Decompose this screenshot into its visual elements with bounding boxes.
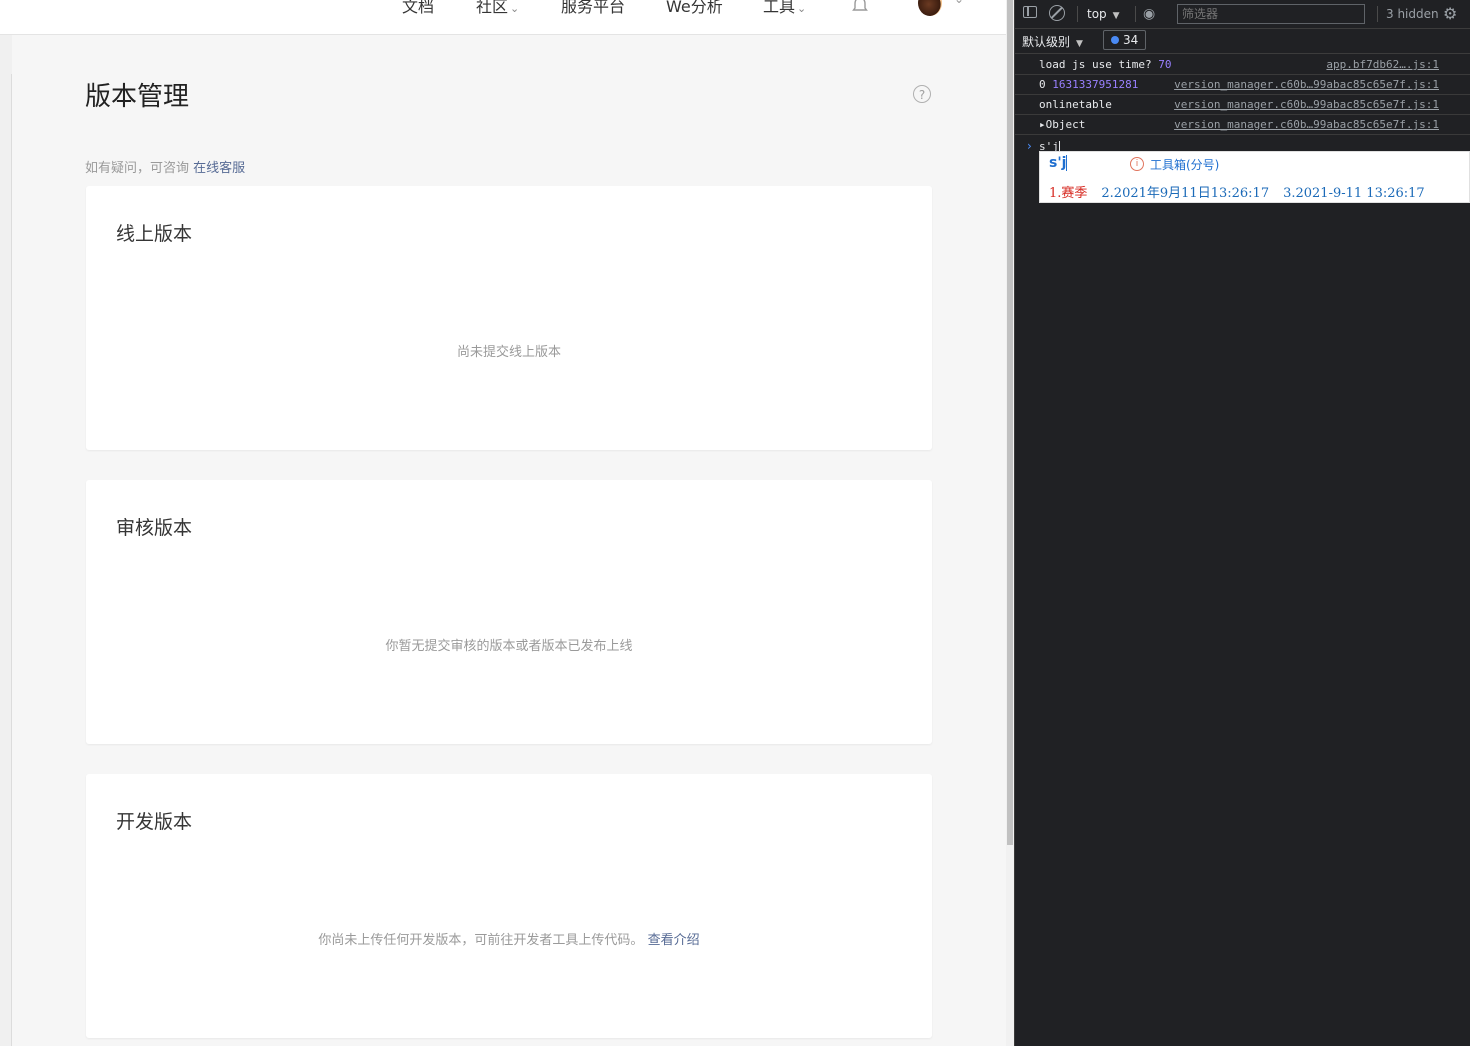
- card-title: 开发版本: [116, 811, 193, 833]
- empty-text: 你暂无提交审核的版本或者版本已发布上线: [385, 639, 633, 654]
- eye-icon[interactable]: ◉: [1143, 6, 1155, 22]
- toolbar-divider: [1135, 6, 1136, 22]
- ime-composition: s'j: [1049, 155, 1068, 171]
- empty-text: 尚未提交线上版本: [456, 345, 561, 360]
- log-row: ▸Object version_manager.c60b…99abac85c65…: [1015, 114, 1470, 135]
- dropdown-arrow-icon: ▼: [1076, 39, 1083, 49]
- log-label: onlinetable: [1039, 98, 1112, 111]
- log-row: 0 1631337951281 version_manager.c60b…99a…: [1015, 74, 1470, 95]
- ime-candidate[interactable]: 1.赛季: [1049, 186, 1087, 201]
- chevron-down-icon: ⌄: [797, 2, 807, 15]
- ime-candidate-window: s'j i 工具箱(分号) 1.赛季 2.2021年9月11日13:26:17 3.…: [1039, 151, 1470, 203]
- nav-community[interactable]: 社区 ⌄: [476, 0, 519, 17]
- issues-button[interactable]: 34: [1103, 30, 1147, 50]
- log-source-link[interactable]: version_manager.c60b…99abac85c65e7f.js:1: [1174, 118, 1439, 131]
- consult-text: 如有疑问，可咨询 在线客服: [85, 157, 245, 176]
- top-nav: 文档 社区⌄ 服务平台 We分析 工具⌄ ⌄: [0, 0, 1006, 35]
- log-source-link[interactable]: version_manager.c60b…99abac85c65e7f.js:1: [1174, 98, 1439, 111]
- log-message: 0 1631337951281: [1039, 78, 1138, 91]
- log-levels-dropdown[interactable]: 默认级别 ▼: [1022, 33, 1083, 50]
- filter-input[interactable]: [1177, 4, 1365, 24]
- nav-we-analytics[interactable]: We分析: [666, 0, 723, 17]
- issue-icon: [1111, 36, 1119, 44]
- web-page: 文档 社区⌄ 服务平台 We分析 工具⌄ ⌄ 版本管理 ? 如有疑问，可咨询 在…: [0, 0, 1006, 1046]
- chevron-down-icon[interactable]: ⌄: [954, 0, 964, 6]
- consult-prefix: 如有疑问，可咨询: [85, 161, 190, 176]
- online-service-link[interactable]: 在线客服: [193, 161, 245, 176]
- bell-icon[interactable]: [850, 0, 870, 16]
- page-title: 版本管理: [85, 82, 190, 112]
- nav-docs[interactable]: 文档: [402, 0, 434, 17]
- console-toolbar: top ▼ ◉ 3 hidden ⚙: [1015, 0, 1470, 29]
- log-value: 1631337951281: [1052, 78, 1139, 91]
- avatar[interactable]: [918, 0, 942, 16]
- log-row: onlinetable version_manager.c60b…99abac8…: [1015, 94, 1470, 115]
- sidebar-divider: [11, 74, 12, 1046]
- log-value: 70: [1158, 58, 1172, 71]
- ime-candidate[interactable]: 2.2021年9月11日13:26:17: [1101, 186, 1269, 201]
- console-toolbar-secondary: 默认级别 ▼ 34: [1015, 28, 1470, 54]
- card-title: 线上版本: [116, 223, 193, 245]
- context-label: top: [1087, 7, 1107, 21]
- toolbar-divider: [1377, 6, 1378, 22]
- review-version-card: 审核版本 你暂无提交审核的版本或者版本已发布上线: [86, 480, 932, 744]
- log-label: load js use time?: [1039, 58, 1152, 71]
- prompt-chevron-icon: ›: [1027, 139, 1032, 153]
- log-message: onlinetable: [1039, 98, 1112, 111]
- empty-text: 你尚未上传任何开发版本，可前往开发者工具上传代码。 查看介绍: [86, 929, 932, 948]
- toolbar-divider: [1077, 6, 1078, 22]
- log-label: ▸Object: [1039, 118, 1086, 131]
- dev-version-card: 开发版本 你尚未上传任何开发版本，可前往开发者工具上传代码。 查看介绍: [86, 774, 932, 1038]
- page-scrollbar-thumb[interactable]: [1007, 0, 1013, 845]
- ime-candidates: 1.赛季 2.2021年9月11日13:26:17 3.2021-9-11 13:2…: [1049, 182, 1439, 201]
- help-icon[interactable]: ?: [913, 85, 931, 103]
- log-object-toggle[interactable]: ▸Object: [1039, 118, 1085, 131]
- log-source-link[interactable]: version_manager.c60b…99abac85c65e7f.js:1: [1174, 78, 1439, 91]
- empty-text-body: 你尚未上传任何开发版本，可前往开发者工具上传代码。: [318, 933, 644, 948]
- nav-community-label: 社区: [476, 0, 509, 16]
- hidden-count: 3 hidden: [1386, 7, 1439, 21]
- ime-composition-text: s'j: [1049, 155, 1067, 171]
- sidebar-toggle-icon[interactable]: [1023, 6, 1037, 18]
- chevron-down-icon: ⌄: [510, 2, 520, 15]
- log-message: load js use time? 70: [1039, 58, 1171, 71]
- nav-tools[interactable]: 工具 ⌄: [763, 0, 806, 17]
- log-source-link[interactable]: app.bf7db62….js:1: [1326, 58, 1439, 71]
- nav-tools-label: 工具: [763, 0, 796, 16]
- info-icon: i: [1130, 157, 1144, 171]
- clear-console-icon[interactable]: [1049, 5, 1065, 21]
- log-levels-label: 默认级别: [1022, 35, 1071, 49]
- ime-toolbox-hint[interactable]: 工具箱(分号): [1150, 156, 1219, 173]
- log-row: load js use time? 70 app.bf7db62….js:1: [1015, 54, 1470, 75]
- log-label: 0: [1039, 78, 1046, 91]
- view-intro-link[interactable]: 查看介绍: [648, 933, 700, 948]
- online-version-card: 线上版本 尚未提交线上版本: [86, 186, 932, 450]
- context-selector[interactable]: top ▼: [1087, 7, 1120, 21]
- dropdown-arrow-icon: ▼: [1112, 11, 1120, 21]
- gear-icon[interactable]: ⚙: [1443, 4, 1457, 23]
- nav-service-platform[interactable]: 服务平台: [561, 0, 625, 17]
- issues-count: 34: [1123, 33, 1139, 47]
- ime-candidate[interactable]: 3.2021-9-11 13:26:17: [1283, 186, 1425, 201]
- card-title: 审核版本: [116, 517, 193, 539]
